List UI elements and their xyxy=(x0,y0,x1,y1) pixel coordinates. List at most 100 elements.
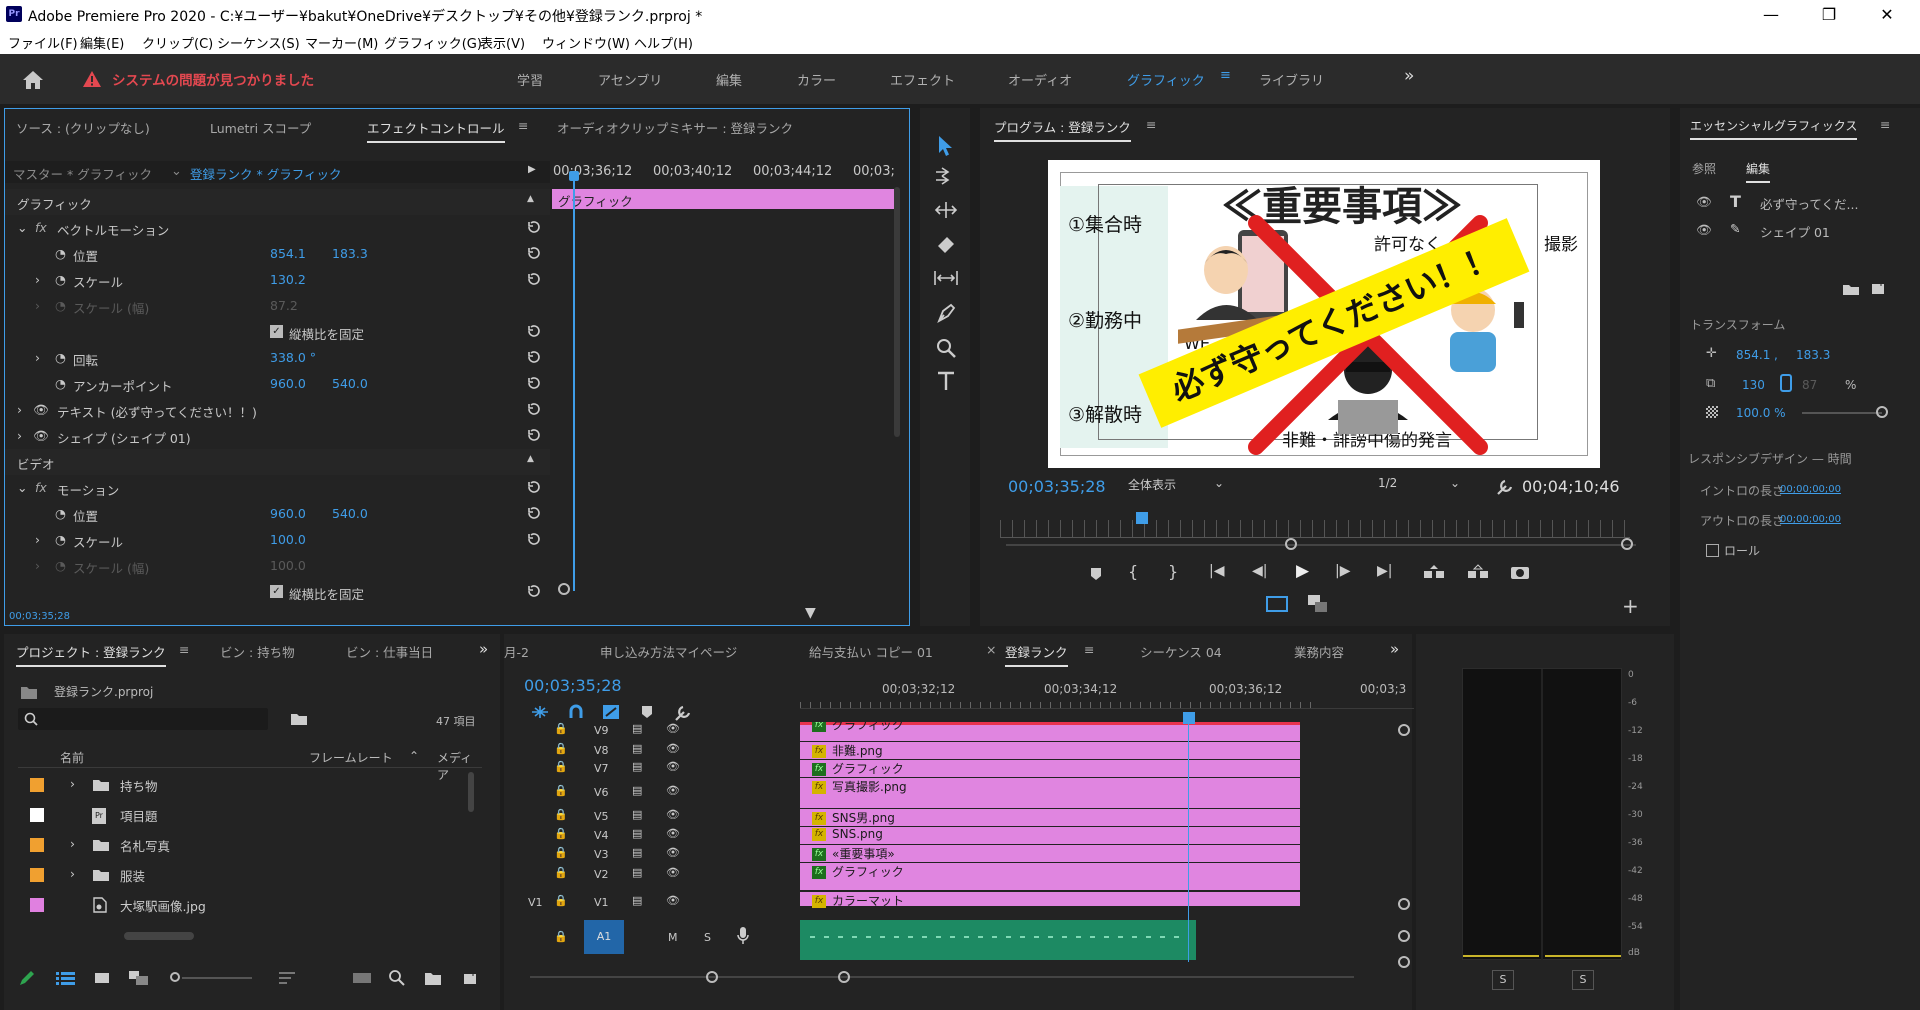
tab-source[interactable]: ソース : (クリップなし) xyxy=(16,118,150,137)
project-search-input[interactable] xyxy=(18,708,268,730)
sequence-clip-label[interactable]: 登録ランク * グラフィック xyxy=(190,164,341,183)
effect-playhead-handle[interactable] xyxy=(569,171,579,181)
filter-icon[interactable]: ▼ xyxy=(805,605,816,621)
selection-tool-icon[interactable] xyxy=(936,135,956,157)
icon-view-icon[interactable] xyxy=(94,970,110,986)
workspace-color[interactable]: カラー xyxy=(797,70,836,89)
new-item-icon[interactable] xyxy=(462,970,478,986)
eye-icon[interactable]: 👁 xyxy=(666,846,680,859)
source-patch-v1[interactable]: V1 xyxy=(528,896,543,909)
zoom-handle[interactable] xyxy=(706,971,718,983)
audio-clip[interactable] xyxy=(800,920,1196,960)
new-layer-icon[interactable] xyxy=(1870,280,1886,296)
zoom-handle[interactable] xyxy=(1398,898,1410,910)
sync-lock-icon[interactable]: ▤ xyxy=(632,742,642,755)
track-lock-icon[interactable]: 🔒 xyxy=(554,784,568,797)
tab-sequence[interactable]: 申し込み方法マイページ xyxy=(600,642,737,661)
reset-icon[interactable] xyxy=(526,271,542,287)
new-bin-icon[interactable] xyxy=(424,970,442,986)
tab-bin-belongings[interactable]: ビン : 持ち物 xyxy=(220,642,295,661)
zoom-handle[interactable] xyxy=(1285,538,1297,550)
sync-lock-icon[interactable]: ▤ xyxy=(632,722,642,735)
zoom-handle[interactable] xyxy=(1398,956,1410,968)
add-marker-icon[interactable] xyxy=(640,704,654,720)
nest-icon[interactable] xyxy=(530,704,550,720)
zoom-handle[interactable] xyxy=(838,971,850,983)
track-lock-icon[interactable]: 🔒 xyxy=(554,827,568,840)
motion-position-x[interactable]: 960.0 xyxy=(270,506,306,521)
clip[interactable]: fx グラフィック xyxy=(800,759,1300,777)
list-item[interactable]: › 持ち物 xyxy=(18,770,468,800)
workspace-assembly[interactable]: アセンブリ xyxy=(598,70,662,89)
label-color[interactable] xyxy=(30,868,44,882)
sync-lock-icon[interactable]: ▤ xyxy=(632,760,642,773)
timeline-playhead[interactable] xyxy=(1183,712,1195,724)
workspace-effects[interactable]: エフェクト xyxy=(890,70,955,89)
list-item[interactable]: › 名札写真 xyxy=(18,830,468,860)
sync-lock-icon[interactable]: ▤ xyxy=(632,808,642,821)
lock-aspect-checkbox[interactable]: ✓ xyxy=(270,585,283,598)
reset-icon[interactable] xyxy=(526,479,542,495)
effect-timecode[interactable]: 00;03;35;28 xyxy=(9,611,70,622)
effect-scrollbar[interactable] xyxy=(894,187,900,437)
program-playhead[interactable] xyxy=(1136,512,1148,524)
resolution-dropdown[interactable]: 1/2 ⌄ xyxy=(1378,476,1478,498)
anchor-y-value[interactable]: 540.0 xyxy=(332,376,368,391)
more-tabs-button[interactable]: » xyxy=(1390,640,1399,658)
menu-marker[interactable]: マーカー(M) xyxy=(305,33,378,52)
pencil-icon[interactable] xyxy=(18,969,36,987)
menu-graphics[interactable]: グラフィック(G) xyxy=(384,33,482,52)
eye-icon[interactable]: 👁 xyxy=(666,760,680,773)
tab-sequence[interactable]: シーケンス 04 xyxy=(1140,642,1222,661)
eg-position-x[interactable]: 854.1 xyxy=(1736,348,1770,362)
reset-icon[interactable] xyxy=(526,427,542,443)
lift-icon[interactable] xyxy=(1422,564,1446,580)
label-color[interactable] xyxy=(30,898,44,912)
scale-value[interactable]: 130.2 xyxy=(270,272,306,287)
track-lock-icon[interactable]: 🔒 xyxy=(554,894,568,907)
sort-icons-icon[interactable] xyxy=(278,970,298,986)
track-lock-icon[interactable]: 🔒 xyxy=(554,930,568,943)
column-framerate[interactable]: フレームレート xyxy=(309,749,393,766)
mute-button[interactable]: M xyxy=(668,931,678,944)
clip[interactable]: fx 非難.png xyxy=(800,741,1300,759)
eye-icon[interactable]: 👁 xyxy=(666,722,680,735)
tab-sequence[interactable]: 業務内容 xyxy=(1294,642,1344,661)
add-button-icon[interactable]: + xyxy=(1622,594,1639,618)
go-to-in-icon[interactable]: |◀ xyxy=(1209,563,1224,579)
panel-menu-icon[interactable]: ≡ xyxy=(1146,117,1156,132)
workspace-graphics[interactable]: グラフィック xyxy=(1127,70,1205,89)
motion-position-y[interactable]: 540.0 xyxy=(332,506,368,521)
sync-lock-icon[interactable]: ▤ xyxy=(632,894,642,907)
list-item[interactable]: Pr 項目題 xyxy=(18,800,468,830)
chevron-right-icon[interactable]: › xyxy=(70,866,75,881)
tab-sequence-active[interactable]: 登録ランク xyxy=(1005,642,1068,667)
zoom-handle[interactable] xyxy=(558,583,570,595)
workspace-libraries[interactable]: ライブラリ xyxy=(1259,70,1324,89)
reset-icon[interactable] xyxy=(526,375,542,391)
export-frame-icon[interactable] xyxy=(1510,564,1530,580)
panel-menu-icon[interactable]: ≡ xyxy=(518,118,528,133)
clip[interactable]: fx グラフィック xyxy=(800,722,1300,734)
reset-icon[interactable] xyxy=(526,401,542,417)
tab-edit[interactable]: 編集 xyxy=(1746,160,1771,183)
link-icon[interactable] xyxy=(1780,374,1792,392)
menu-edit[interactable]: 編集(E) xyxy=(80,33,124,52)
tab-browse[interactable]: 参照 xyxy=(1692,160,1716,177)
eye-icon[interactable]: 👁 xyxy=(666,827,680,840)
clip[interactable]: fx SNS.png xyxy=(800,826,1300,844)
system-warning[interactable]: システムの問題が見つかりました xyxy=(112,69,314,89)
close-tab-icon[interactable]: × xyxy=(986,642,996,657)
slip-tool-icon[interactable] xyxy=(933,269,959,287)
eg-opacity-value[interactable]: 100.0 % xyxy=(1736,406,1786,420)
linked-selection-icon[interactable] xyxy=(602,704,620,720)
eye-icon[interactable]: 👁 xyxy=(666,742,680,755)
column-name[interactable]: 名前 xyxy=(60,749,84,766)
sync-lock-icon[interactable]: ▤ xyxy=(632,846,642,859)
tab-bin-workday[interactable]: ビン : 仕事当日 xyxy=(346,642,433,661)
sync-lock-icon[interactable]: ▤ xyxy=(632,827,642,840)
program-timecode[interactable]: 00;03;35;28 xyxy=(1008,477,1106,496)
track-lock-icon[interactable]: 🔒 xyxy=(554,866,568,879)
zoom-handle[interactable] xyxy=(1398,724,1410,736)
effect-clip-bar[interactable]: グラフィック xyxy=(552,189,894,209)
